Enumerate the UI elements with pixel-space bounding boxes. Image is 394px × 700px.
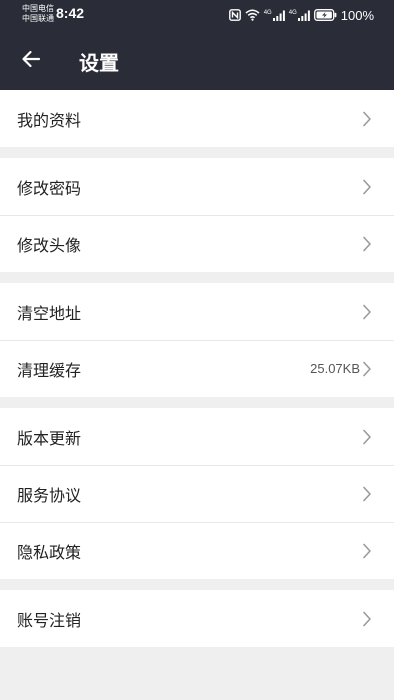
chevron-right-icon <box>360 110 374 128</box>
my-profile-item[interactable]: 我的资料 <box>0 90 394 147</box>
chevron-right-icon <box>360 485 374 503</box>
settings-group-about: 版本更新 服务协议 隐私政策 <box>0 408 394 579</box>
service-agreement-item[interactable]: 服务协议 <box>0 465 394 522</box>
chevron-right-icon <box>360 610 374 628</box>
change-password-item[interactable]: 修改密码 <box>0 158 394 215</box>
back-button[interactable] <box>16 46 46 76</box>
carrier-info: 中国电信 中国联通 <box>22 4 54 24</box>
clear-address-item[interactable]: 清空地址 <box>0 283 394 340</box>
change-password-label: 修改密码 <box>17 178 82 198</box>
clear-address-label: 清空地址 <box>17 303 82 323</box>
status-icons: 4G 4G 100% <box>228 7 374 23</box>
section-divider <box>0 147 394 158</box>
delete-account-item[interactable]: 账号注销 <box>0 590 394 647</box>
signal-icon: 4G <box>264 10 285 21</box>
status-bar: 中国电信 中国联通 8:42 4G 4G 100% <box>0 0 394 32</box>
change-avatar-label: 修改头像 <box>17 235 82 255</box>
my-profile-label: 我的资料 <box>17 110 82 130</box>
settings-group-profile: 我的资料 <box>0 90 394 147</box>
clear-cache-item[interactable]: 清理缓存 25.07KB <box>0 340 394 397</box>
settings-screen: 中国电信 中国联通 8:42 4G 4G 100% 设置 我的资料 修改密码 修… <box>0 0 394 700</box>
chevron-right-icon <box>360 303 374 321</box>
page-title: 设置 <box>79 50 119 75</box>
carrier-1: 中国电信 <box>22 4 54 13</box>
privacy-policy-label: 隐私政策 <box>17 542 82 562</box>
privacy-policy-item[interactable]: 隐私政策 <box>0 522 394 579</box>
service-agreement-label: 服务协议 <box>17 485 82 505</box>
version-update-label: 版本更新 <box>17 428 82 448</box>
chevron-right-icon <box>360 235 374 253</box>
delete-account-label: 账号注销 <box>17 610 82 630</box>
nfc-icon <box>228 9 241 21</box>
change-avatar-item[interactable]: 修改头像 <box>0 215 394 272</box>
top-bar: 中国电信 中国联通 8:42 4G 4G 100% 设置 <box>0 0 394 90</box>
signal-icon: 4G <box>289 10 310 21</box>
chevron-right-icon <box>360 428 374 446</box>
clear-cache-label: 清理缓存 <box>17 360 82 380</box>
status-time: 8:42 <box>56 5 85 21</box>
section-divider <box>0 397 394 408</box>
settings-group-storage: 清空地址 清理缓存 25.07KB <box>0 283 394 397</box>
section-divider <box>0 272 394 283</box>
chevron-right-icon <box>360 360 374 378</box>
chevron-right-icon <box>360 542 374 560</box>
battery-charging-icon <box>313 9 337 21</box>
cache-size-value: 25.07KB <box>310 361 360 376</box>
section-divider <box>0 579 394 590</box>
network-type-1: 4G <box>263 9 272 16</box>
settings-group-account: 修改密码 修改头像 <box>0 158 394 272</box>
network-type-2: 4G <box>288 9 297 16</box>
settings-list: 我的资料 修改密码 修改头像 清空地址 清理缓存 25.07KB 版本更新 服务… <box>0 90 394 647</box>
settings-group-danger: 账号注销 <box>0 590 394 647</box>
battery-percentage: 100% <box>340 7 374 23</box>
arrow-left-icon <box>21 50 41 72</box>
app-header: 设置 <box>0 32 394 90</box>
carrier-2: 中国联通 <box>22 14 54 23</box>
chevron-right-icon <box>360 178 374 196</box>
version-update-item[interactable]: 版本更新 <box>0 408 394 465</box>
wifi-icon <box>245 9 260 21</box>
